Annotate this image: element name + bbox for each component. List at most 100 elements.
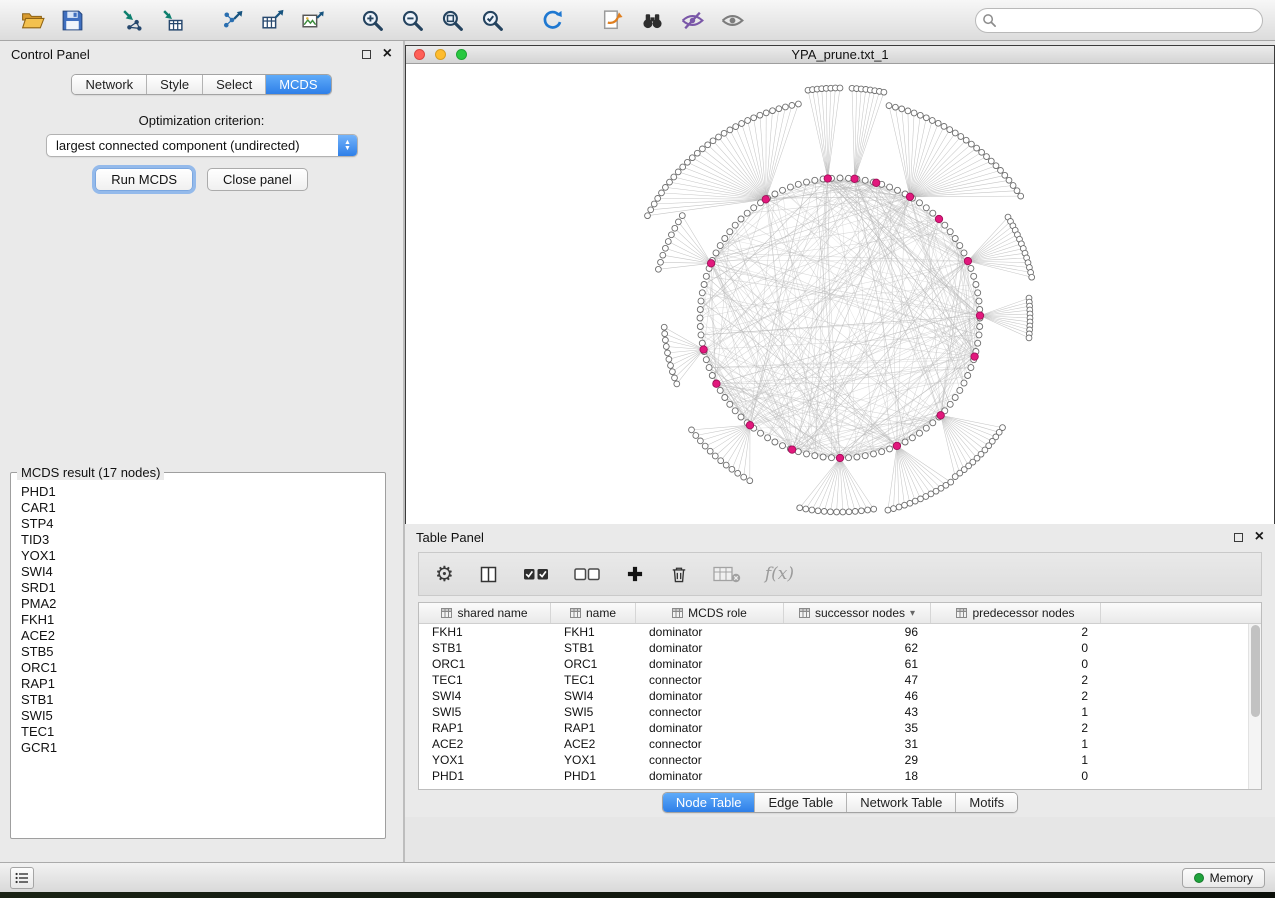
network-hub-node[interactable] xyxy=(762,196,769,203)
network-node[interactable] xyxy=(865,507,871,513)
network-node[interactable] xyxy=(885,507,891,513)
network-node[interactable] xyxy=(723,462,729,468)
network-hub-node[interactable] xyxy=(937,412,944,419)
network-node[interactable] xyxy=(854,454,860,460)
network-node[interactable] xyxy=(763,110,769,116)
network-node[interactable] xyxy=(820,454,826,460)
network-node[interactable] xyxy=(727,229,733,235)
mcds-node-item[interactable]: PHD1 xyxy=(21,484,385,500)
network-hub-node[interactable] xyxy=(873,179,880,186)
criterion-select[interactable]: largest connected component (undirected)… xyxy=(46,134,358,157)
network-node[interactable] xyxy=(663,337,669,343)
mcds-node-item[interactable]: ORC1 xyxy=(21,660,385,676)
network-node[interactable] xyxy=(976,298,982,304)
network-node[interactable] xyxy=(929,118,935,124)
network-node[interactable] xyxy=(988,158,994,164)
network-node[interactable] xyxy=(815,508,821,514)
network-node[interactable] xyxy=(666,356,672,362)
network-node[interactable] xyxy=(710,138,716,144)
network-node[interactable] xyxy=(703,357,709,363)
network-node[interactable] xyxy=(706,365,712,371)
network-node[interactable] xyxy=(812,177,818,183)
mcds-node-item[interactable]: ACE2 xyxy=(21,628,385,644)
network-node[interactable] xyxy=(670,369,676,375)
clear-table-button[interactable] xyxy=(713,564,741,584)
run-mcds-button[interactable]: Run MCDS xyxy=(95,168,193,191)
network-node[interactable] xyxy=(787,184,793,190)
network-node[interactable] xyxy=(975,340,981,346)
network-node[interactable] xyxy=(975,290,981,296)
network-node[interactable] xyxy=(751,205,757,211)
network-node[interactable] xyxy=(675,169,681,175)
export-image-button[interactable] xyxy=(292,3,332,37)
network-node[interactable] xyxy=(702,443,708,449)
close-panel-icon[interactable]: × xyxy=(383,48,392,60)
network-node[interactable] xyxy=(732,222,738,228)
search-input[interactable] xyxy=(975,8,1263,33)
table-scrollbar[interactable] xyxy=(1248,624,1261,789)
network-node[interactable] xyxy=(998,168,1004,174)
network-node[interactable] xyxy=(709,373,715,379)
mcds-node-item[interactable]: SWI5 xyxy=(21,708,385,724)
import-table-button[interactable] xyxy=(152,3,192,37)
column-header-successor_nodes[interactable]: successor nodes▾ xyxy=(784,603,931,623)
network-node[interactable] xyxy=(727,127,733,133)
network-node[interactable] xyxy=(676,219,682,225)
table-row-SWI4[interactable]: SWI4SWI4dominator462 xyxy=(419,688,1261,704)
network-node[interactable] xyxy=(977,324,983,330)
network-node[interactable] xyxy=(952,130,958,136)
network-node[interactable] xyxy=(961,380,967,386)
network-node[interactable] xyxy=(917,112,923,118)
network-node[interactable] xyxy=(887,446,893,452)
network-node[interactable] xyxy=(804,451,810,457)
network-node[interactable] xyxy=(896,504,902,510)
column-visibility-button[interactable] xyxy=(478,564,499,585)
network-node[interactable] xyxy=(947,127,953,133)
network-node[interactable] xyxy=(942,222,948,228)
network-node[interactable] xyxy=(887,184,893,190)
network-node[interactable] xyxy=(717,387,723,393)
network-node[interactable] xyxy=(741,474,747,480)
memory-button[interactable]: Memory xyxy=(1182,868,1265,888)
tab-style[interactable]: Style xyxy=(147,75,203,94)
network-node[interactable] xyxy=(941,124,947,130)
network-node[interactable] xyxy=(758,430,764,436)
network-node[interactable] xyxy=(679,213,685,219)
network-node[interactable] xyxy=(963,137,969,143)
network-node[interactable] xyxy=(879,449,885,455)
network-node[interactable] xyxy=(958,134,964,140)
network-node[interactable] xyxy=(846,509,852,515)
network-node[interactable] xyxy=(961,250,967,256)
network-node[interactable] xyxy=(697,324,703,330)
network-node[interactable] xyxy=(671,174,677,180)
mcds-node-item[interactable]: TEC1 xyxy=(21,724,385,740)
network-node[interactable] xyxy=(971,273,977,279)
network-node[interactable] xyxy=(776,106,782,112)
network-node[interactable] xyxy=(697,307,703,313)
network-node[interactable] xyxy=(796,101,802,107)
network-node[interactable] xyxy=(668,363,674,369)
network-node[interactable] xyxy=(747,478,753,484)
network-node[interactable] xyxy=(834,509,840,515)
table-row-ACE2[interactable]: ACE2ACE2connector311 xyxy=(419,736,1261,752)
network-node[interactable] xyxy=(697,315,703,321)
network-node[interactable] xyxy=(729,466,735,472)
network-node[interactable] xyxy=(930,210,936,216)
add-row-button[interactable] xyxy=(625,564,645,584)
network-node[interactable] xyxy=(680,164,686,170)
table-row-PHD1[interactable]: PHD1PHD1dominator180 xyxy=(419,768,1261,784)
network-hub-node[interactable] xyxy=(824,175,831,182)
mcds-node-item[interactable]: RAP1 xyxy=(21,676,385,692)
network-node[interactable] xyxy=(1010,183,1016,189)
network-hub-node[interactable] xyxy=(700,346,707,353)
network-node[interactable] xyxy=(795,181,801,187)
network-node[interactable] xyxy=(665,350,671,356)
mcds-node-item[interactable]: FKH1 xyxy=(21,612,385,628)
network-node[interactable] xyxy=(909,435,915,441)
network-node[interactable] xyxy=(727,401,733,407)
network-node[interactable] xyxy=(837,175,843,181)
network-node[interactable] xyxy=(917,430,923,436)
column-header-name[interactable]: name xyxy=(551,603,636,623)
network-node[interactable] xyxy=(828,509,834,515)
mcds-node-item[interactable]: PMA2 xyxy=(21,596,385,612)
